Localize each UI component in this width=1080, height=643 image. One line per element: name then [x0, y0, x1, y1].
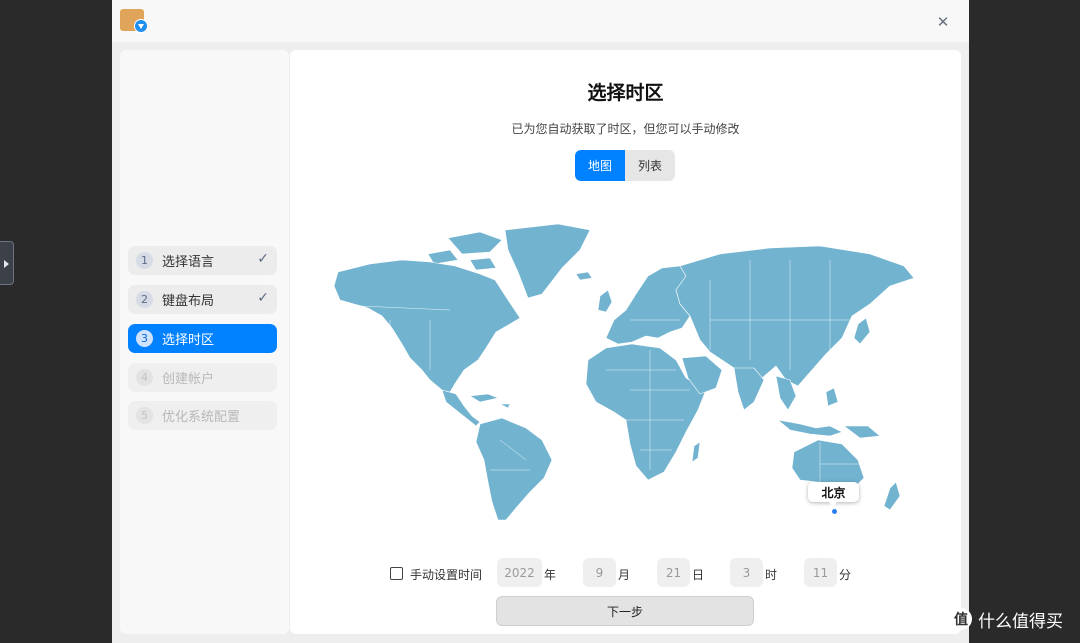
- world-map-graphic[interactable]: [330, 220, 920, 520]
- step-label: 键盘布局: [162, 294, 215, 309]
- land-south-america: [475, 417, 553, 520]
- step-label: 优化系统配置: [162, 410, 241, 425]
- step-create-account: 4 创建帐户: [128, 363, 277, 392]
- manual-time-checkbox[interactable]: [390, 567, 403, 580]
- step-keyboard-layout: 2 键盘布局 ✓: [128, 285, 277, 314]
- step-select-language: 1 选择语言 ✓: [128, 246, 277, 275]
- day-field[interactable]: 21: [657, 558, 690, 587]
- manual-time-label: 手动设置时间: [410, 568, 483, 582]
- step-label: 选择语言: [162, 255, 215, 270]
- land-british-isles: [597, 289, 613, 313]
- day-unit-label: 日: [692, 568, 705, 582]
- view-mode-toggle: 地图 列表: [575, 150, 675, 181]
- minute-field[interactable]: 11: [804, 558, 837, 587]
- step-optimize-system: 5 优化系统配置: [128, 401, 277, 430]
- hour-field[interactable]: 3: [730, 558, 763, 587]
- step-number: 3: [136, 330, 153, 347]
- land-new-zealand: [883, 481, 901, 511]
- land-europe: [605, 265, 691, 345]
- timezone-city-tooltip: 北京: [808, 482, 859, 507]
- checkmark-icon: ✓: [257, 290, 269, 306]
- hour-unit-label: 时: [765, 568, 778, 582]
- step-label: 创建帐户: [162, 372, 215, 387]
- installer-package-icon: [120, 9, 148, 33]
- land-madagascar: [691, 441, 701, 463]
- year-unit-label: 年: [544, 568, 557, 582]
- checkmark-icon: ✓: [257, 251, 269, 267]
- land-caribbean: [469, 393, 511, 409]
- step-select-timezone: 3 选择时区: [128, 324, 277, 353]
- month-field[interactable]: 9: [583, 558, 616, 587]
- world-map[interactable]: 北京: [330, 220, 920, 520]
- download-badge-icon: [134, 19, 148, 33]
- watermark-logo-icon: 值: [950, 608, 972, 630]
- year-field[interactable]: 2022: [497, 558, 542, 587]
- land-north-america: [333, 259, 521, 393]
- timezone-location-marker: [832, 509, 837, 514]
- step-label: 选择时区: [162, 333, 215, 348]
- step-number: 5: [136, 407, 153, 424]
- land-greenland: [504, 223, 591, 299]
- step-number: 2: [136, 291, 153, 308]
- step-number: 4: [136, 369, 153, 386]
- steps-sidebar: 1 选择语言 ✓ 2 键盘布局 ✓ 3 选择时区 4 创建帐户 5 优化系统配置: [120, 50, 289, 634]
- titlebar: ✕: [112, 0, 969, 42]
- page-title: 选择时区: [587, 82, 664, 104]
- timezone-panel: 选择时区 已为您自动获取了时区，但您可以手动修改 地图 列表 北京 手动设置时间…: [290, 50, 961, 634]
- manual-time-row: 手动设置时间 2022 年 9 月 21 日 3 时 11 分: [390, 558, 950, 588]
- next-step-button[interactable]: 下一步: [496, 596, 754, 626]
- step-number: 1: [136, 252, 153, 269]
- tab-map[interactable]: 地图: [575, 150, 625, 181]
- close-icon[interactable]: ✕: [931, 10, 955, 34]
- land-india: [733, 367, 765, 411]
- land-iceland: [575, 271, 593, 281]
- watermark-text: 什么值得买: [978, 611, 1063, 632]
- side-panel-handle[interactable]: [0, 241, 14, 285]
- land-japan: [853, 317, 871, 345]
- tab-list[interactable]: 列表: [625, 150, 675, 181]
- minute-unit-label: 分: [839, 568, 852, 582]
- month-unit-label: 月: [618, 568, 631, 582]
- page-subtitle: 已为您自动获取了时区，但您可以手动修改: [511, 122, 740, 136]
- watermark: 值 什么值得买: [950, 604, 1075, 634]
- installer-window: ✕ 1 选择语言 ✓ 2 键盘布局 ✓ 3 选择时区 4 创建帐户 5 优化系统…: [112, 0, 969, 643]
- land-new-guinea: [843, 425, 881, 439]
